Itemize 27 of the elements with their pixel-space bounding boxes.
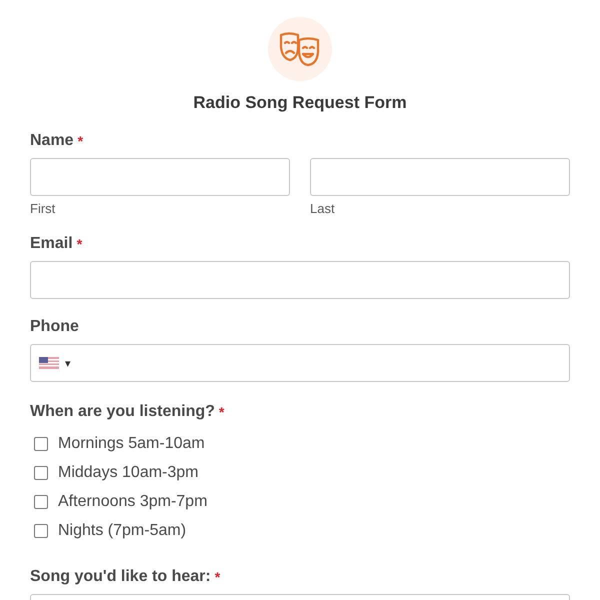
- option-label: Afternoons 3pm-7pm: [58, 492, 208, 510]
- option-label: Middays 10am-3pm: [58, 464, 198, 482]
- field-label: Name: [30, 131, 74, 151]
- sub-label: Last: [310, 201, 335, 216]
- required-mark: *: [78, 132, 84, 151]
- field-label: When are you listening?: [30, 402, 215, 422]
- input-field[interactable]: [30, 158, 290, 196]
- checkbox[interactable]: [34, 524, 48, 538]
- required-mark: *: [214, 568, 220, 587]
- required-mark: *: [76, 235, 82, 254]
- option-label: Nights (7pm-5am): [58, 522, 186, 540]
- field-label: Email: [30, 234, 73, 254]
- theater-masks-icon: [279, 31, 321, 67]
- form-title: Radio Song Request Form: [193, 93, 407, 113]
- field-label: Song you'd like to hear:: [30, 567, 211, 587]
- input-field[interactable]: [30, 261, 570, 299]
- sub-label: First: [30, 201, 56, 216]
- caret-icon[interactable]: ▾: [65, 356, 71, 370]
- checkbox[interactable]: [34, 494, 48, 508]
- input-field[interactable]: [310, 158, 570, 196]
- flag-icon: [39, 357, 59, 369]
- phone-field[interactable]: ▾: [30, 344, 570, 382]
- option-label: Mornings 5am-10am: [58, 434, 205, 452]
- field-label: Phone: [30, 317, 79, 337]
- checkbox[interactable]: [34, 436, 48, 450]
- checkbox[interactable]: [34, 466, 48, 480]
- required-mark: *: [218, 403, 224, 422]
